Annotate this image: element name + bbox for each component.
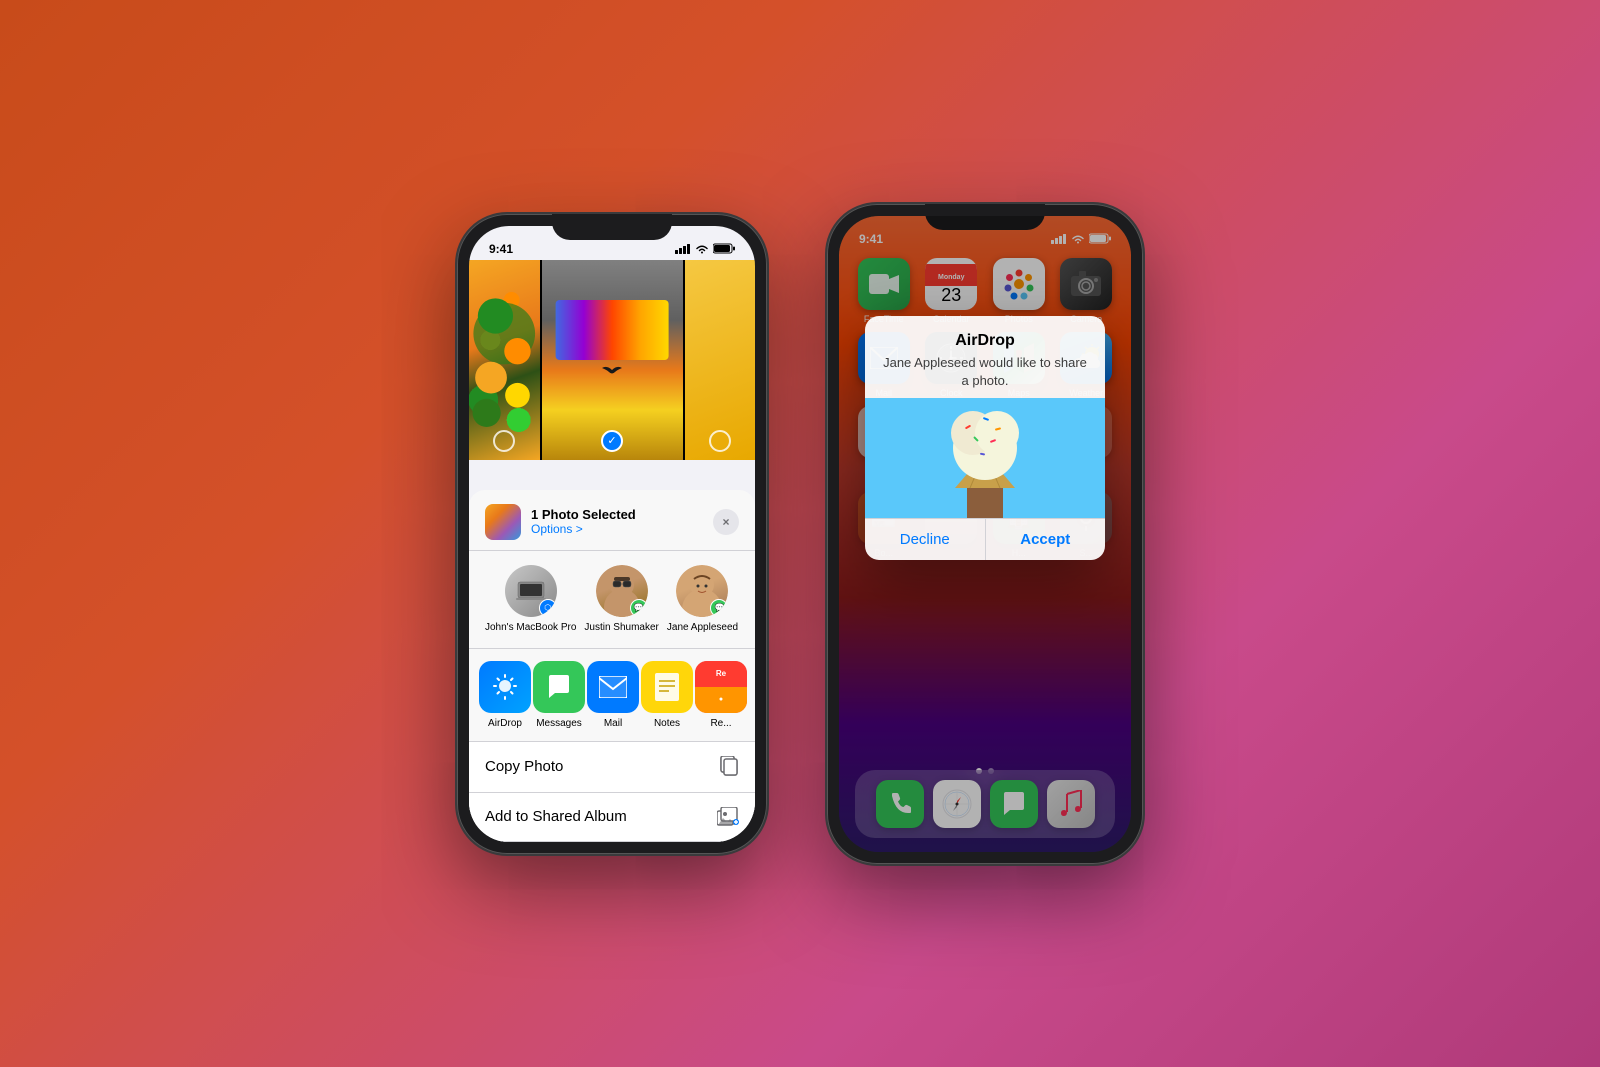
airdrop-dialog-title: AirDrop [881,332,1089,350]
avatar-jane: 💬 [676,565,728,617]
apps-row: AirDrop Messages [469,649,755,742]
copy-photo-row[interactable]: Copy Photo [469,742,755,793]
signal-icon [675,244,691,254]
airdrop-buttons: Decline Accept [865,518,1105,560]
battery-icon [713,243,735,254]
mail-icon [587,661,639,713]
macbook-icon [516,580,546,602]
share-sheet: 1 Photo Selected Options > × [469,490,755,842]
app-messages-label: Messages [536,718,582,729]
photo-art[interactable]: ✓ [542,260,683,460]
airdrop-dialog: AirDrop Jane Appleseed would like to sha… [865,316,1105,560]
reminders-icon: Re ● [695,661,747,713]
airdrop-photo-preview [865,398,1105,518]
phone1-notch [552,214,672,240]
airdrop-accept-button[interactable]: Accept [986,519,1106,560]
app-reminders[interactable]: Re ● Re... [695,661,747,729]
phone1-time: 9:41 [489,242,513,256]
app-notes-label: Notes [654,718,680,729]
share-options[interactable]: Options > [531,522,636,536]
imessage-badge-justin: 💬 [630,599,648,617]
share-header: 1 Photo Selected Options > × [469,490,755,551]
person-name-justin: Justin Shumaker [584,622,658,634]
airdrop-badge: ⬡ [539,599,557,617]
airdrop-dialog-message: Jane Appleseed would like to share a pho… [881,354,1089,390]
messages-icon [533,661,585,713]
photo-strip: ✓ [469,260,755,460]
person-jane[interactable]: 💬 Jane Appleseed [667,565,738,634]
imessage-badge-jane: 💬 [710,599,728,617]
people-row: ⬡ John's MacBook Pro [469,551,755,649]
photo-flowers[interactable] [469,260,540,460]
share-title-block: 1 Photo Selected Options > [531,507,636,536]
person-justin[interactable]: 💬 Justin Shumaker [584,565,658,634]
phone2-screen: 9:41 [839,216,1131,852]
app-airdrop[interactable]: AirDrop [479,661,531,729]
share-title: 1 Photo Selected [531,507,636,522]
copy-photo-label: Copy Photo [485,758,563,775]
phones-container: 9:41 [457,204,1143,864]
notes-icon [641,661,693,713]
avatar-justin: 💬 [596,565,648,617]
photo-art-select[interactable]: ✓ [601,430,623,452]
airdrop-overlay: AirDrop Jane Appleseed would like to sha… [839,216,1131,852]
app-airdrop-label: AirDrop [488,718,522,729]
app-mail[interactable]: Mail [587,661,639,729]
phone1-status-icons [675,243,735,254]
phone1-screen: 9:41 [469,226,755,842]
airdrop-dialog-header: AirDrop Jane Appleseed would like to sha… [865,316,1105,398]
photo-yellow[interactable] [685,260,756,460]
photo-flowers-select[interactable] [493,430,515,452]
copy-icon [719,756,739,778]
wifi-icon [695,244,709,254]
share-app-icon [485,504,521,540]
app-mail-label: Mail [604,718,622,729]
app-reminders-label: Re... [710,718,731,729]
airdrop-decline-button[interactable]: Decline [865,519,986,560]
add-shared-album-row[interactable]: Add to Shared Album [469,793,755,842]
person-macbook[interactable]: ⬡ John's MacBook Pro [485,565,576,634]
app-messages[interactable]: Messages [533,661,585,729]
album-icon [717,807,739,827]
phone2: 9:41 [827,204,1143,864]
share-header-left: 1 Photo Selected Options > [485,504,636,540]
phone1: 9:41 [457,214,767,854]
app-notes[interactable]: Notes [641,661,693,729]
airdrop-icon [479,661,531,713]
photo-yellow-select[interactable] [709,430,731,452]
person-name-macbook: John's MacBook Pro [485,622,576,634]
share-close-button[interactable]: × [713,509,739,535]
add-shared-album-label: Add to Shared Album [485,808,627,825]
avatar-macbook: ⬡ [505,565,557,617]
person-name-jane: Jane Appleseed [667,622,738,634]
